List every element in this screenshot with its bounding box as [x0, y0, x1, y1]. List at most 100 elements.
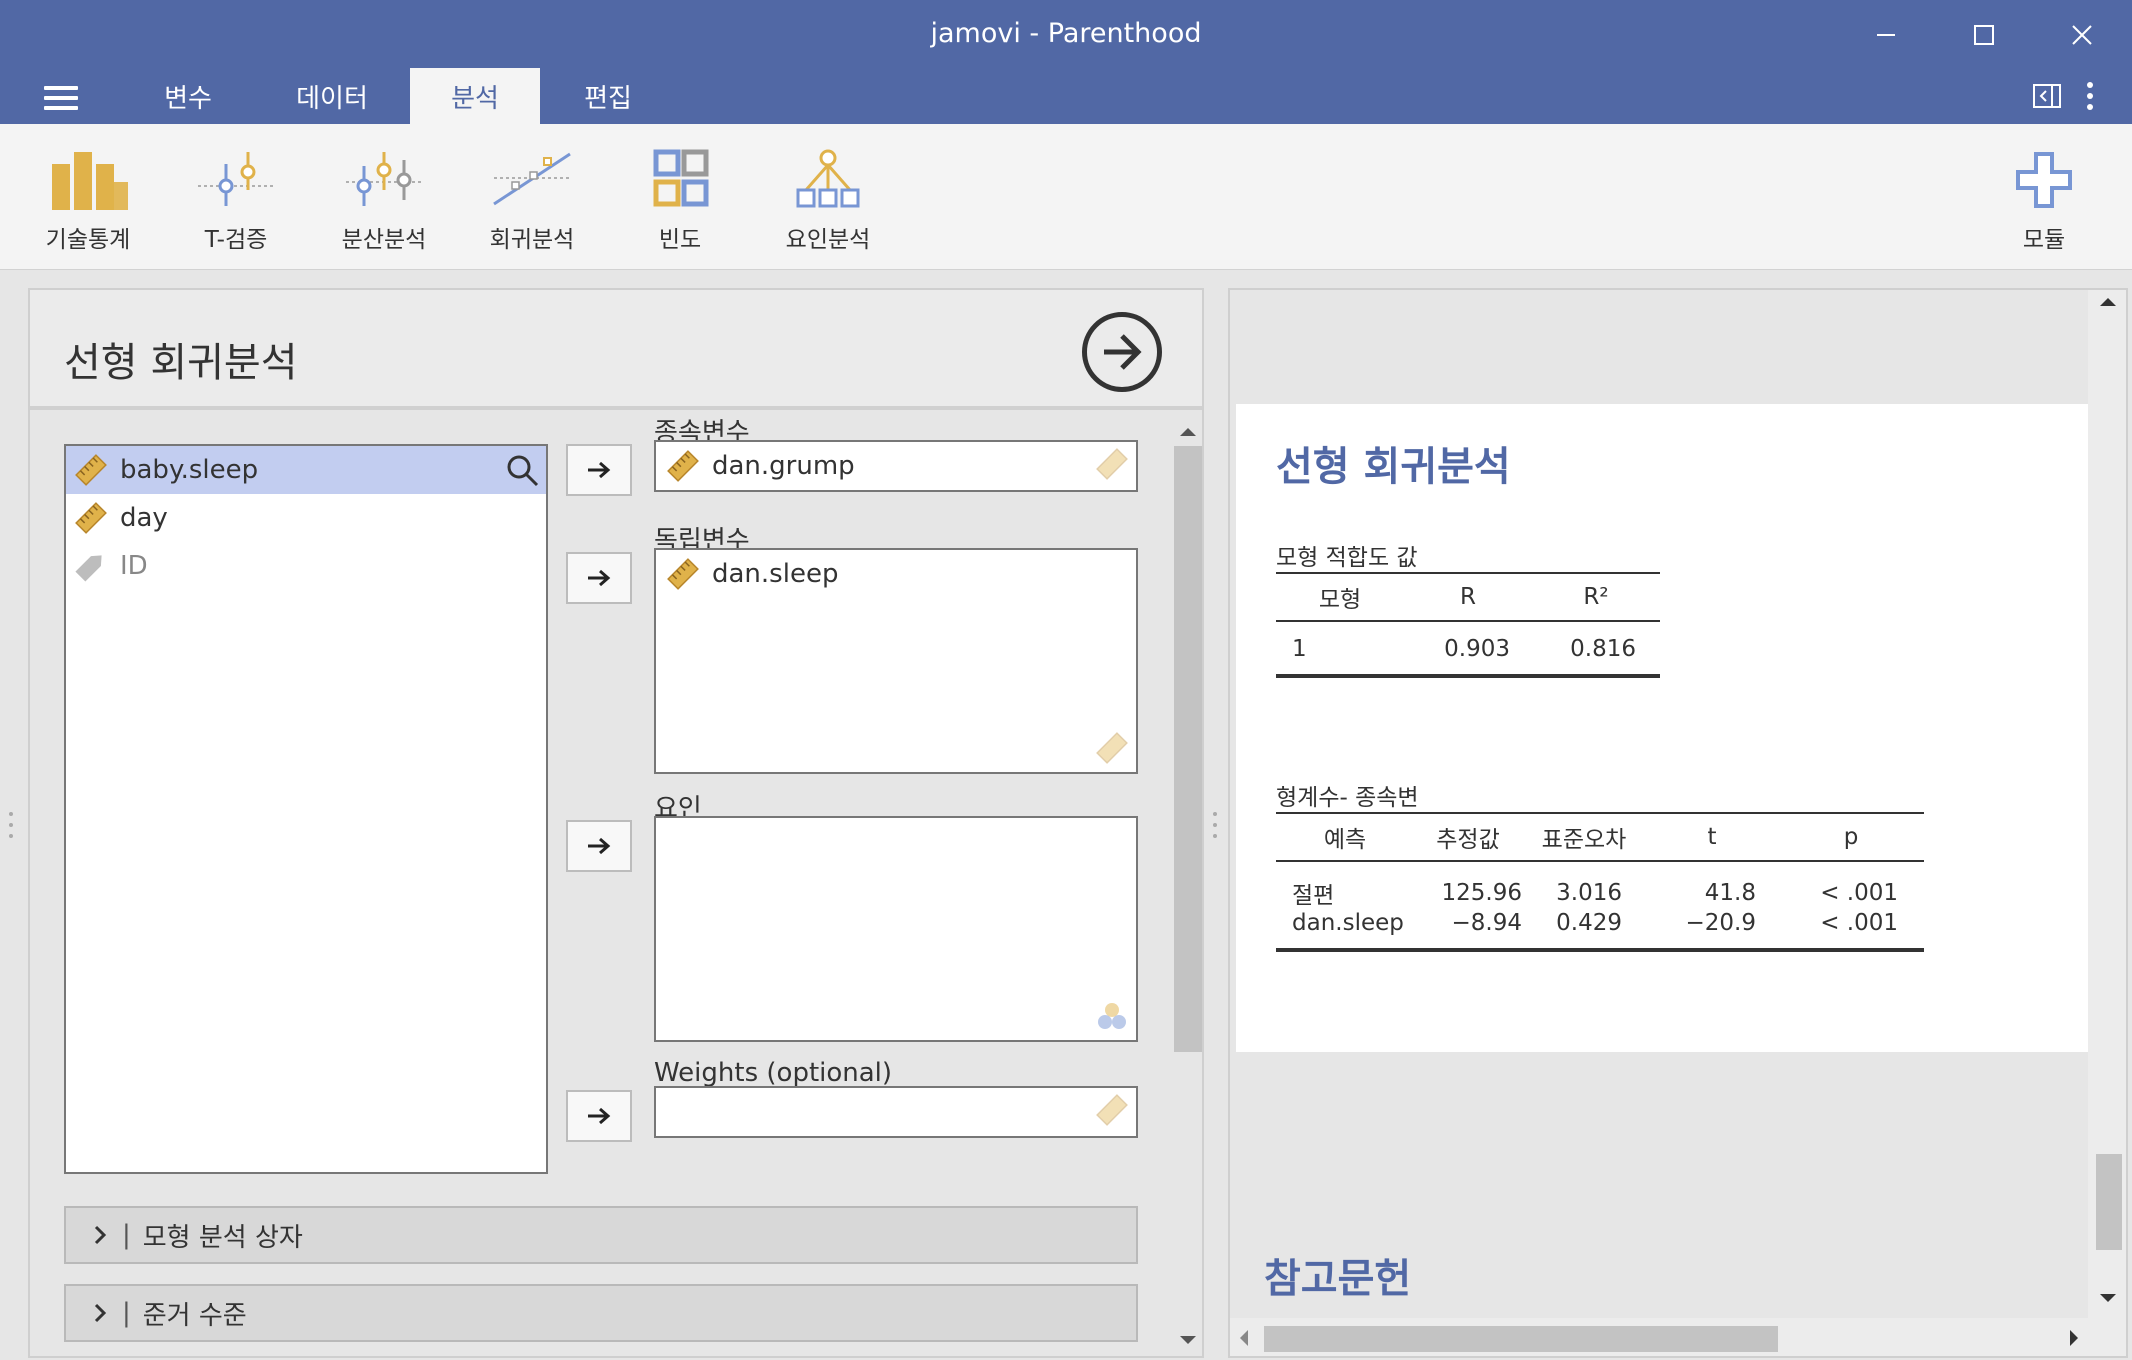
ribbon-label: 요인분석 — [785, 227, 871, 253]
bar-chart-icon — [52, 152, 128, 210]
options-panel: 선형 회귀분석 baby.sleep day ID 종속변수 dan.grump — [28, 288, 1204, 1358]
scroll-down-icon[interactable] — [1176, 1332, 1200, 1348]
close-icon[interactable] — [2052, 10, 2112, 60]
window-title: jamovi - Parenthood — [930, 18, 1202, 49]
minimize-icon[interactable] — [1856, 10, 1916, 60]
table-cell: −20.9 — [1646, 910, 1778, 952]
ribbon-label: 분산분석 — [341, 227, 427, 253]
covariates-box[interactable]: dan.sleep — [654, 548, 1138, 774]
dependent-item[interactable]: dan.grump — [656, 442, 1136, 490]
tab-edit[interactable]: 편집 — [560, 68, 656, 124]
frequency-grid-icon — [653, 149, 709, 207]
ribbon-label: 기술통계 — [45, 227, 131, 253]
resize-handle-icon[interactable] — [9, 812, 15, 838]
tab-variables[interactable]: 변수 — [136, 68, 240, 124]
maximize-icon[interactable] — [1954, 10, 2014, 60]
chevron-right-icon — [94, 1225, 107, 1245]
move-to-weights-button[interactable] — [566, 1090, 632, 1142]
weights-box[interactable] — [654, 1086, 1138, 1138]
weights-label: Weights (optional) — [654, 1058, 893, 1088]
column-header: p — [1778, 812, 1924, 862]
ribbon-ttests[interactable]: T-검증 — [166, 148, 306, 254]
factors-box[interactable] — [654, 816, 1138, 1042]
column-header: R² — [1532, 572, 1660, 622]
move-to-factors-button[interactable] — [566, 820, 632, 872]
ribbon-anova[interactable]: 분산분석 — [314, 148, 454, 254]
scroll-down-icon[interactable] — [2096, 1290, 2120, 1306]
arrow-right-icon — [588, 837, 611, 855]
table-cell: 절편 — [1292, 883, 1335, 909]
hamburger-menu-icon[interactable] — [44, 86, 78, 112]
section-model-builder[interactable]: | 모형 분석 상자 — [64, 1206, 1138, 1264]
scrollbar-thumb[interactable] — [1174, 446, 1202, 1052]
scroll-up-icon[interactable] — [1176, 424, 1200, 440]
table-cell: −8.94 — [1414, 910, 1522, 952]
ribbon-descriptives[interactable]: 기술통계 — [18, 148, 158, 254]
section-label: 준거 수준 — [142, 1300, 247, 1331]
variable-list[interactable]: baby.sleep day ID — [64, 444, 548, 1174]
section-reference-levels[interactable]: | 준거 수준 — [64, 1284, 1138, 1342]
search-icon[interactable] — [504, 452, 542, 490]
tab-data[interactable]: 데이터 — [274, 68, 390, 124]
column-header: 예측 — [1276, 812, 1414, 862]
run-arrow-button[interactable] — [1082, 312, 1162, 392]
table-cell: 3.016 — [1556, 880, 1622, 906]
variable-name: dan.grump — [712, 451, 855, 481]
scroll-up-icon[interactable] — [2096, 294, 2120, 310]
table-cell: 125.96 — [1441, 880, 1522, 906]
ribbon-label: 모듈 — [2022, 227, 2066, 253]
move-to-dependent-button[interactable] — [566, 444, 632, 496]
main-tab-bar: 변수 데이터 분석 편집 — [0, 68, 2132, 124]
continuous-ruler-icon — [667, 558, 699, 590]
column-header: R — [1404, 572, 1532, 622]
scroll-right-icon[interactable] — [2066, 1326, 2082, 1350]
covariate-item[interactable]: dan.sleep — [656, 550, 1136, 598]
hide-panel-icon[interactable] — [2032, 82, 2062, 110]
table-row: dan.sleep −8.94 0.429 −20.9 < .001 — [1276, 910, 1924, 952]
ribbon-factor[interactable]: 요인분석 — [758, 148, 898, 254]
coefficients-table: 예측 추정값 표준오차 t p 절편 125.96 3.016 41.8 < .… — [1276, 812, 1924, 952]
results-horizontal-scrollbar[interactable] — [1230, 1318, 2088, 1356]
scroll-left-icon[interactable] — [1236, 1326, 1252, 1350]
more-options-icon[interactable] — [2084, 80, 2096, 112]
ribbon-frequencies[interactable]: 빈도 — [610, 148, 750, 254]
results-vertical-scrollbar[interactable] — [2088, 290, 2126, 1356]
ttest-icon — [198, 152, 274, 206]
tab-analyses[interactable]: 분석 — [410, 68, 540, 124]
nominal-hint-icon — [1098, 1003, 1126, 1029]
variable-item[interactable]: ID — [66, 542, 546, 590]
model-fit-table: 모형 R R² 1 0.903 0.816 — [1276, 572, 1660, 678]
table-cell: dan.sleep — [1276, 910, 1414, 952]
arrow-right-icon — [588, 461, 611, 479]
options-header: 선형 회귀분석 — [30, 290, 1202, 410]
scrollbar-thumb[interactable] — [1264, 1326, 1778, 1352]
variable-name: baby.sleep — [120, 455, 259, 485]
ruler-hint-icon — [1096, 732, 1128, 764]
analysis-ribbon: 기술통계 T-검증 분산분석 회귀분석 빈도 요인분석 모듈 — [0, 124, 2132, 270]
plus-icon — [2016, 152, 2072, 208]
scrollbar-thumb[interactable] — [2096, 1154, 2122, 1250]
variable-name: ID — [120, 551, 148, 581]
dependent-box[interactable]: dan.grump — [654, 440, 1138, 492]
ribbon-label: 빈도 — [658, 227, 702, 253]
references-title: 참고문헌 — [1264, 1256, 1412, 1302]
coef-table-title: 형계수- 종속변 — [1276, 785, 1419, 811]
options-scrollbar[interactable] — [1170, 416, 1202, 1356]
column-header: 모형 — [1276, 572, 1404, 622]
resize-handle-icon[interactable] — [1213, 812, 1219, 838]
ribbon-label: 회귀분석 — [489, 227, 575, 253]
move-to-covariates-button[interactable] — [566, 552, 632, 604]
continuous-ruler-icon — [75, 454, 107, 486]
ruler-hint-icon — [1096, 448, 1128, 480]
continuous-ruler-icon — [667, 450, 699, 482]
column-header: 표준오차 — [1522, 812, 1646, 862]
variable-item[interactable]: day — [66, 494, 546, 542]
variable-item[interactable]: baby.sleep — [66, 446, 546, 494]
regression-icon — [493, 152, 571, 206]
variable-name: dan.sleep — [712, 559, 839, 589]
anova-icon — [346, 152, 422, 206]
ribbon-modules[interactable]: 모듈 — [1974, 148, 2114, 254]
ruler-hint-icon — [1096, 1094, 1128, 1126]
arrow-right-icon — [1104, 334, 1142, 370]
ribbon-regression[interactable]: 회귀분석 — [462, 148, 602, 254]
